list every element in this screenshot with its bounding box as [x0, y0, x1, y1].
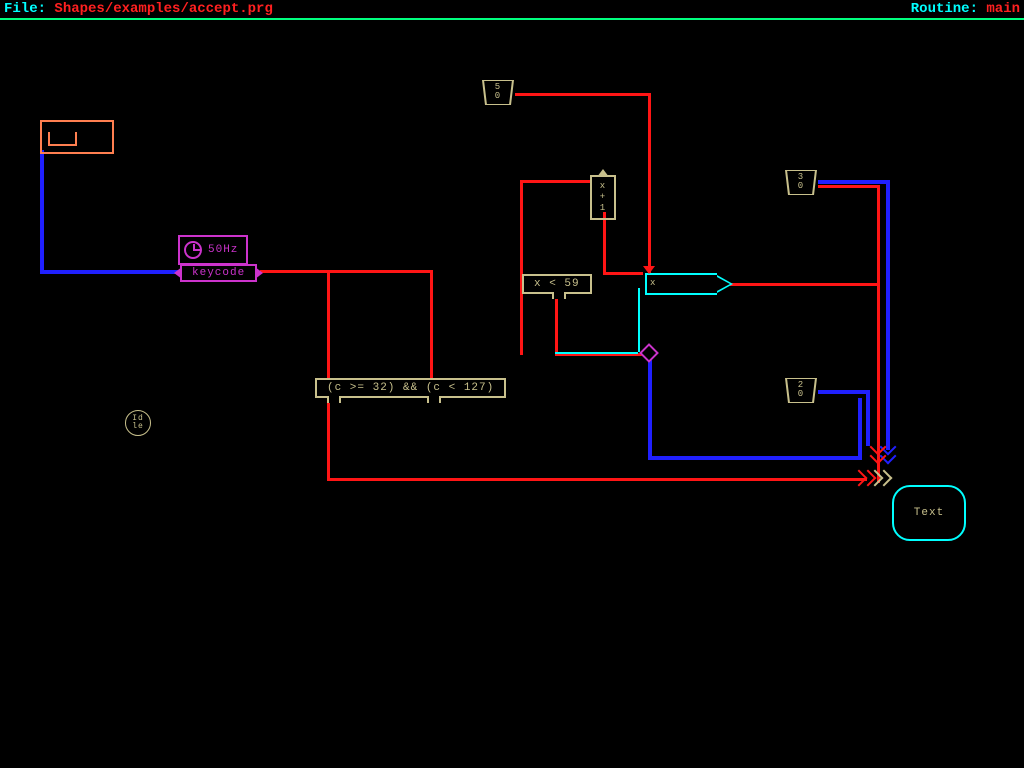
wire-red	[648, 93, 651, 273]
keyboard-source-node[interactable]	[40, 120, 114, 154]
clock-icon	[184, 241, 202, 259]
wire-blue	[858, 398, 862, 460]
chevron-right-icon	[872, 472, 890, 484]
chevron-down-icon	[872, 444, 884, 462]
increment-node[interactable]: x + 1	[590, 175, 616, 220]
wire-red	[260, 270, 430, 273]
expr-port-icon	[327, 396, 341, 403]
mux-node[interactable]: x	[645, 273, 717, 295]
constant-20-node[interactable]: 2 0	[783, 378, 819, 403]
keycode-label: keycode	[192, 267, 245, 279]
diagram-canvas[interactable]: 50Hz keycode (c >= 32) && (c < 127) x < …	[0, 20, 1024, 768]
wire-blue	[648, 456, 860, 460]
wire-red	[603, 212, 606, 272]
x-condition-expr: x < 59	[534, 278, 580, 290]
idle-text: le	[132, 423, 144, 431]
wire-red	[730, 283, 880, 286]
constant-50-node[interactable]: 5 0	[480, 80, 516, 105]
mux-port-label: x	[650, 278, 655, 288]
wire-red	[327, 478, 867, 481]
wire-red	[430, 270, 433, 388]
wire-red	[818, 185, 880, 188]
wire-red	[555, 292, 558, 355]
keyboard-icon	[48, 132, 77, 146]
wire-red	[603, 272, 643, 275]
wire-blue	[818, 180, 888, 184]
junction-diamond-icon	[639, 343, 659, 363]
wire-blue	[40, 270, 180, 274]
x-condition-node[interactable]: x < 59	[522, 274, 592, 294]
timer-node[interactable]: 50Hz	[178, 235, 248, 265]
triangle-icon	[717, 275, 733, 293]
incr-line: 1	[592, 203, 614, 214]
arrow-down-icon	[643, 266, 655, 274]
title-bar: File: Shapes/examples/accept.prg Routine…	[0, 0, 1024, 20]
routine-label: Routine:	[911, 1, 978, 17]
wire-blue	[866, 390, 870, 446]
wire-cyan	[638, 288, 640, 352]
wire-red	[327, 270, 330, 480]
text-sink-node[interactable]: Text	[892, 485, 966, 541]
wire-cyan	[555, 352, 638, 354]
timer-label: 50Hz	[208, 244, 238, 256]
wire-blue	[40, 150, 44, 270]
constant-30-node[interactable]: 3 0	[783, 170, 819, 195]
file-path: Shapes/examples/accept.prg	[54, 1, 272, 17]
incr-line: x	[592, 181, 614, 192]
wire-blue	[648, 353, 652, 458]
incr-line: +	[592, 192, 614, 203]
wire-red	[520, 180, 592, 183]
char-condition-expr: (c >= 32) && (c < 127)	[327, 382, 494, 394]
wire-blue	[886, 180, 890, 450]
wire-blue	[818, 390, 868, 394]
keycode-node[interactable]: keycode	[180, 264, 257, 282]
wire-red	[520, 180, 523, 355]
text-sink-label: Text	[914, 507, 944, 519]
wire-red	[515, 93, 650, 96]
file-group: File: Shapes/examples/accept.prg	[4, 1, 273, 17]
idle-node[interactable]: Id le	[125, 410, 151, 436]
char-condition-node[interactable]: (c >= 32) && (c < 127)	[315, 378, 506, 398]
expr-port-icon	[427, 396, 441, 403]
expr-port-icon	[552, 292, 566, 299]
file-label: File:	[4, 1, 46, 17]
routine-group: Routine: main	[911, 1, 1020, 17]
routine-name: main	[986, 1, 1020, 17]
